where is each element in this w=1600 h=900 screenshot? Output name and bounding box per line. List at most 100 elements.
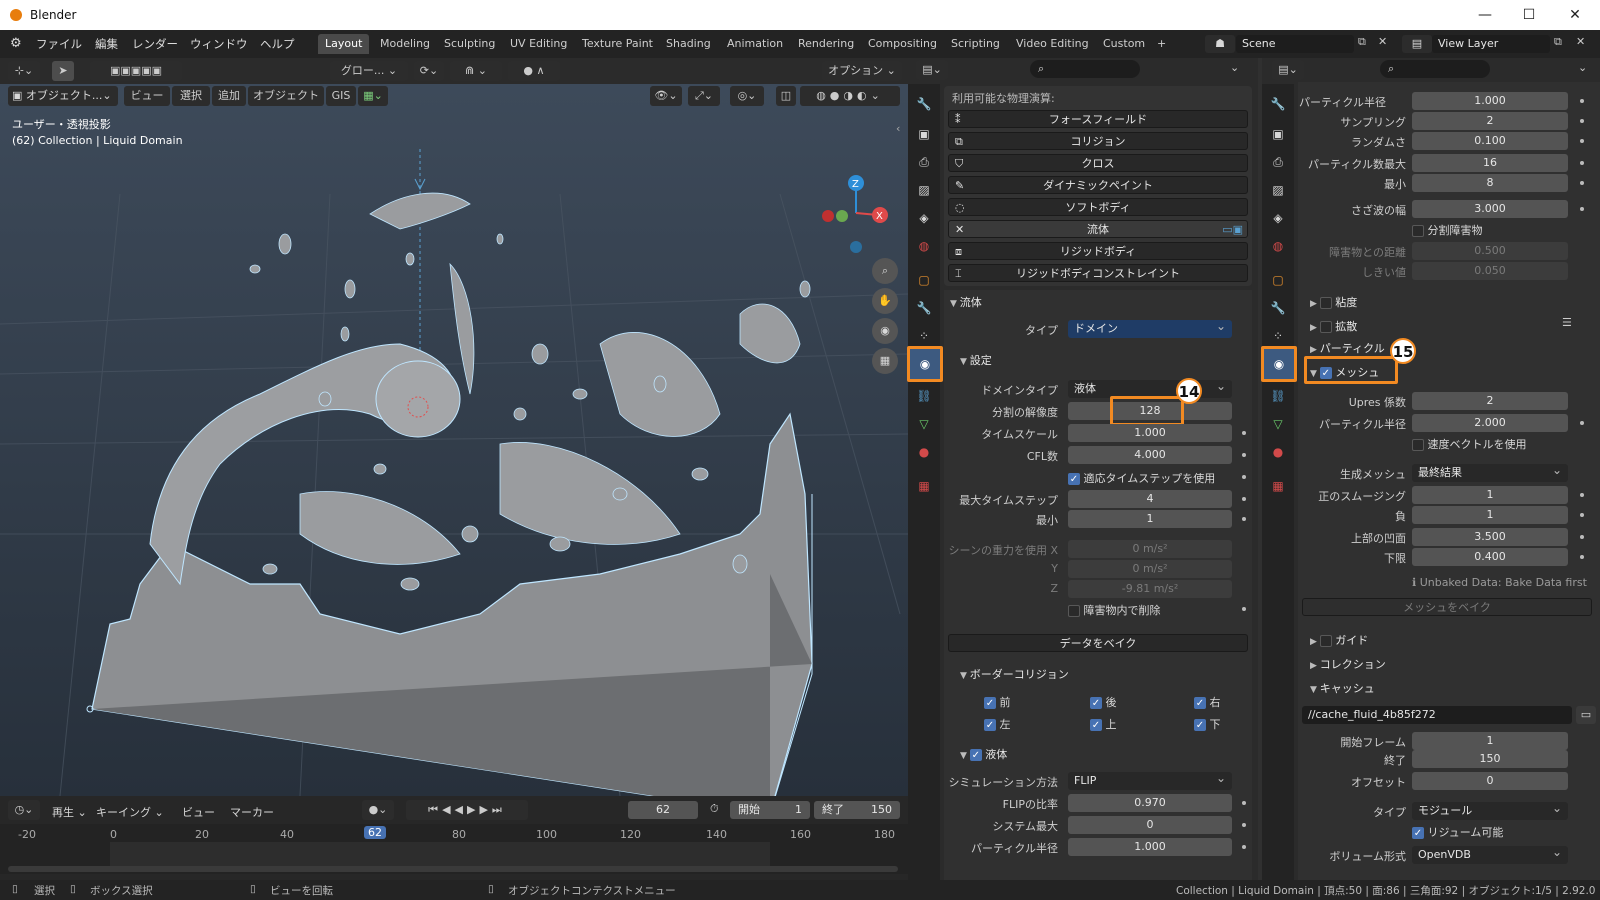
remove-scene-icon[interactable]: ✕ [1378,35,1387,48]
border-back-checkbox[interactable]: 後 [1090,694,1117,710]
playback-controls[interactable]: ⏮◀◀▶▶⏭ [406,800,528,820]
playhead-frame[interactable]: 62 [364,826,386,839]
sampling-field[interactable]: 2 [1412,112,1568,130]
menu-edit[interactable]: 編集 [95,36,118,52]
navigation-gizmo[interactable]: Z X [808,173,898,263]
cloth-button[interactable]: ⛉ クロス [948,154,1248,172]
timeline-editor-icon[interactable]: ◷⌄ [8,800,40,820]
liquid-subpanel-header[interactable]: ▼ 液体 [960,746,1007,762]
resumable-checkbox[interactable]: リジューム可能 [1412,824,1503,840]
border-left-checkbox[interactable]: 左 [984,716,1011,732]
tab-shading[interactable]: Shading [659,34,718,54]
gravity-x-field[interactable]: 0 m/s² [1068,540,1232,558]
use-velocity-checkbox[interactable]: 速度ベクトルを使用 [1412,436,1527,452]
settings-subpanel-header[interactable]: ▼ 設定 [960,352,992,368]
shading-modes-icon[interactable]: ◍●◑◐⌄ [800,86,900,106]
gis-map-icon[interactable]: ▦⌄ [358,86,388,106]
properties-editor-type-icon[interactable]: ▤⌄ [916,60,948,80]
smooth-negative-field[interactable]: 1 [1412,506,1568,524]
guides-subpanel[interactable]: ▶ ガイド [1310,632,1368,648]
end-frame-field[interactable]: 終了 150 [814,801,900,819]
menu-file[interactable]: ファイル [36,36,82,52]
output-tab-icon[interactable]: ⎙ [914,152,934,172]
record-icon[interactable]: ●⌄ [362,800,394,820]
menu-help[interactable]: ヘルプ [260,36,295,52]
generate-mesh-dropdown[interactable]: 最終結果 [1412,461,1568,482]
liquid-enable-check-icon[interactable] [969,749,982,761]
concave-lower-field[interactable]: 0.400 [1412,548,1568,566]
smooth-positive-keyframe-dot[interactable] [1580,493,1584,497]
threshold-field[interactable]: 0.050 [1412,262,1568,280]
timescale-field[interactable]: 1.000 [1068,424,1232,442]
particles-tab-icon[interactable]: ⁘ [1268,326,1288,346]
liquid-particle-radius-field[interactable]: 1.000 [1068,838,1232,856]
menu-gis[interactable]: GIS [326,86,356,106]
select-tool-icon[interactable]: ➤ [52,61,74,81]
cache-start-field[interactable]: 1 [1412,732,1568,750]
physics-tab-icon[interactable]: ◉ [1261,346,1297,382]
force-field-button[interactable]: ⁑ フォースフィールド [948,110,1248,128]
max-timestep-keyframe-dot[interactable] [1242,497,1246,501]
new-scene-icon[interactable]: ⧉ [1358,35,1366,49]
object-tab-icon[interactable]: ▢ [914,270,934,290]
smooth-positive-field[interactable]: 1 [1412,486,1568,504]
world-tab-icon[interactable]: ◍ [914,236,934,256]
pivot-icon[interactable]: ⟳⌄ [414,61,444,81]
flip-ratio-keyframe-dot[interactable] [1242,801,1246,805]
border-bottom-checkbox[interactable]: 下 [1194,716,1221,732]
particle-max-keyframe-dot[interactable] [1580,161,1584,165]
tab-sculpting[interactable]: Sculpting [437,34,502,54]
remove-view-layer-icon[interactable]: ✕ [1576,35,1585,48]
stopwatch-icon[interactable]: ⏱ [710,802,719,816]
scene-selector-icon[interactable]: ☗ [1205,35,1235,53]
viscosity-subpanel[interactable]: ▶ 粘度 [1310,294,1357,310]
randomness-field[interactable]: 0.100 [1412,132,1568,150]
menu-object[interactable]: オブジェクト [248,86,324,106]
cfl-keyframe-dot[interactable] [1242,453,1246,457]
wave-width-field[interactable]: 3.000 [1412,200,1568,218]
diffusion-check-icon[interactable] [1319,321,1332,333]
smooth-negative-keyframe-dot[interactable] [1580,513,1584,517]
fluid-button[interactable]: ✕ 流体 ▭▣ [948,220,1248,238]
system-max-keyframe-dot[interactable] [1242,823,1246,827]
particle-radius-keyframe-dot[interactable] [1580,99,1584,103]
ortho-grid-icon[interactable]: ▦ [872,348,898,374]
tab-rendering[interactable]: Rendering [791,34,861,54]
list-drag-icon[interactable]: ☰ [1562,316,1572,329]
tab-scripting[interactable]: Scripting [944,34,1007,54]
gravity-y-field[interactable]: 0 m/s² [1068,560,1232,578]
delete-in-obstacle-checkbox[interactable]: 障害物内で削除 [1068,602,1161,618]
randomness-keyframe-dot[interactable] [1580,139,1584,143]
material-tab-icon[interactable]: ● [914,442,934,462]
start-frame-field[interactable]: 開始 1 [730,801,810,819]
border-top-checkbox[interactable]: 上 [1090,716,1117,732]
menu-view[interactable]: ビュー [124,86,170,106]
modifier-tab-icon[interactable]: 🔧 [1268,298,1288,318]
tool-tab-icon[interactable]: 🔧 [914,94,934,114]
current-frame-field[interactable]: 62 [628,801,698,819]
particle-min-keyframe-dot[interactable] [1580,181,1584,185]
timeline-scrollbar[interactable] [8,866,898,872]
cache-type-dropdown[interactable]: モジュール [1412,799,1568,820]
mode-dropdown[interactable]: ▣ オブジェクト...⌄ [8,86,118,106]
tab-texture-paint[interactable]: Texture Paint [575,34,660,54]
add-workspace-button[interactable]: + [1150,34,1173,54]
collections-subpanel[interactable]: ▶ コレクション [1310,656,1386,672]
upres-field[interactable]: 2 [1412,392,1568,410]
xray-icon[interactable]: ◫ [776,86,796,106]
collision-button[interactable]: ⧉ コリジョン [948,132,1248,150]
particles-tab-icon[interactable]: ⁘ [914,326,934,346]
transform-orientation-dropdown[interactable]: グロー... ⌄ [330,61,408,81]
view-layer-icon[interactable]: ▤ [1402,35,1432,53]
tab-video-editing[interactable]: Video Editing [1009,34,1096,54]
timescale-keyframe-dot[interactable] [1242,431,1246,435]
modifier-tab-icon[interactable]: 🔧 [914,298,934,318]
diffusion-subpanel[interactable]: ▶ 拡散 [1310,318,1357,334]
view-layer-field[interactable]: View Layer [1432,35,1550,53]
blender-menu-icon[interactable]: ⚙ [10,36,22,51]
timeline-keying-menu[interactable]: キーイング ⌄ [96,804,164,820]
particles-subpanel[interactable]: ▶ パーティクル [1310,340,1385,356]
cache-end-field[interactable]: 150 [1412,750,1568,768]
mesh-subpanel[interactable]: ▼ メッシュ [1310,364,1379,380]
menu-window[interactable]: ウィンドウ [190,36,248,52]
